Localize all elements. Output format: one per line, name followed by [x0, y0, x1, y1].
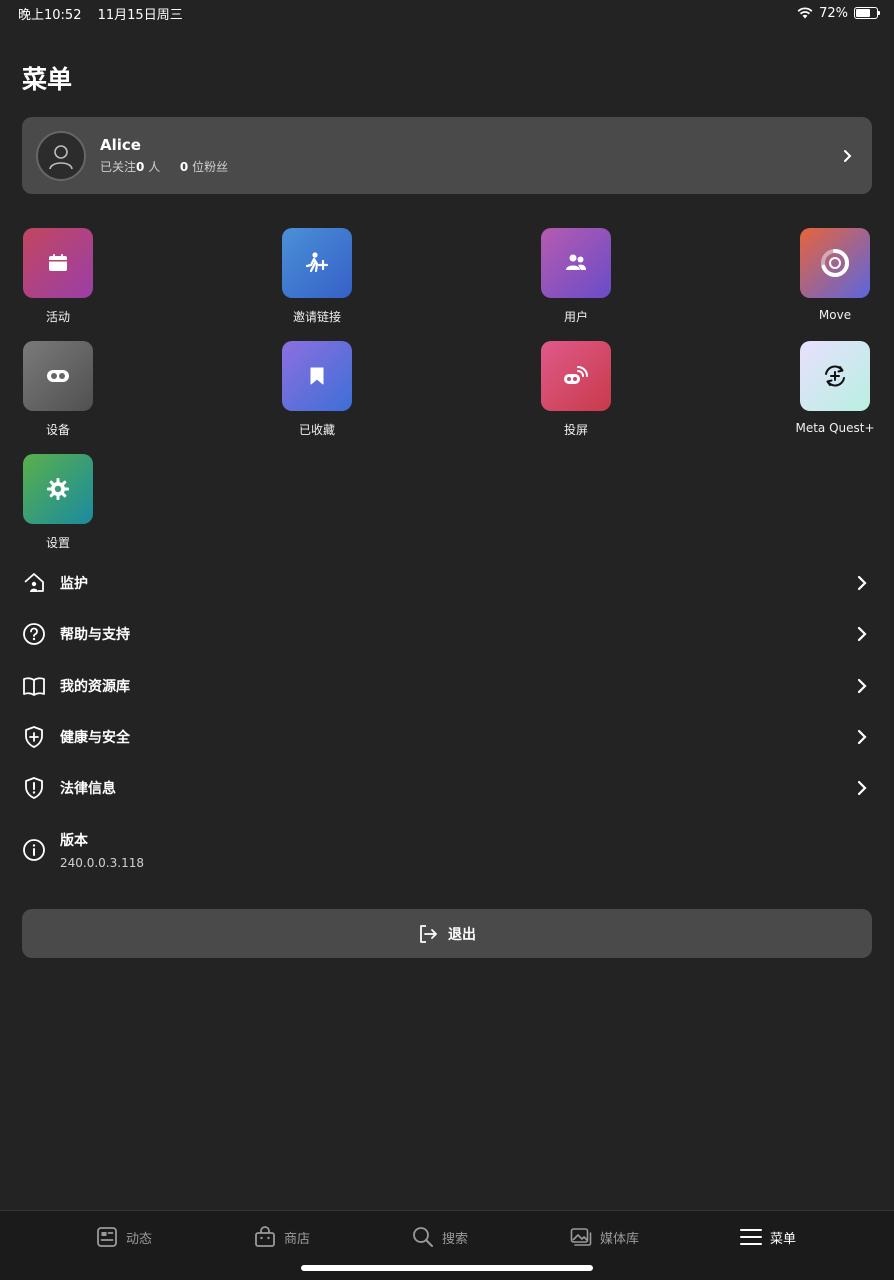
cast-icon: [564, 366, 588, 384]
menu-item-legal[interactable]: 法律信息: [22, 768, 872, 808]
battery-icon: [854, 7, 880, 19]
app-label: Move: [818, 308, 852, 322]
menu-item-guardian[interactable]: 监护: [22, 563, 872, 603]
app-icon-saved: [282, 341, 352, 411]
menu-item-health-safety[interactable]: 健康与安全: [22, 717, 872, 757]
search-icon: [413, 1227, 433, 1247]
status-time: 晚上10:52: [18, 7, 82, 23]
tab-search[interactable]: 搜索: [412, 1226, 468, 1248]
tab-media-library[interactable]: 媒体库: [570, 1226, 639, 1248]
menu-label: 帮助与支持: [60, 627, 130, 643]
calendar-icon: [49, 254, 67, 271]
app-icon-cast: [541, 341, 611, 411]
profile-name: Alice: [100, 136, 141, 154]
avatar: [36, 130, 86, 181]
menu-icon: [740, 1229, 762, 1245]
menu-item-version: 版本 240.0.0.3.118: [22, 828, 872, 872]
logout-label: 退出: [448, 926, 476, 943]
battery-percent: 72%: [819, 5, 848, 21]
followers-count: 0: [179, 160, 189, 174]
info-icon: [22, 838, 46, 862]
help-icon: [22, 622, 46, 646]
app-label: 活动: [45, 310, 70, 324]
menu-label: 我的资源库: [60, 679, 130, 695]
status-date: 11月15日周三: [97, 7, 183, 23]
menu-label: 法律信息: [60, 781, 116, 797]
tab-menu[interactable]: 菜单: [740, 1226, 796, 1248]
bookmark-icon: [310, 367, 324, 385]
menu-item-help-support[interactable]: 帮助与支持: [22, 614, 872, 654]
chevron-right-icon: [852, 778, 872, 798]
app-tile-activity[interactable]: 活动: [0, 228, 118, 325]
version-label: 版本: [60, 833, 88, 849]
followers-suffix: 位粉丝: [192, 160, 229, 174]
following-count: 0: [136, 160, 145, 174]
chevron-right-icon: [852, 676, 872, 696]
app-tile-invite-link[interactable]: 邀请链接: [257, 228, 377, 325]
logout-icon: [420, 924, 437, 943]
tab-label: 商店: [284, 1231, 311, 1247]
book-icon: [22, 674, 46, 698]
chevron-right-icon: [852, 573, 872, 593]
app-label: 用户: [563, 310, 588, 324]
app-icon-settings: [23, 454, 93, 524]
tab-label: 搜索: [442, 1231, 469, 1247]
tab-store[interactable]: 商店: [254, 1226, 310, 1248]
wifi-icon: [797, 7, 813, 19]
app-tile-devices[interactable]: 设备: [0, 341, 118, 438]
tab-label: 菜单: [770, 1231, 797, 1247]
chevron-right-icon: [852, 624, 872, 644]
headset-icon: [47, 370, 69, 382]
app-icon-devices: [23, 341, 93, 411]
home-indicator[interactable]: [301, 1265, 593, 1271]
following-prefix: 已关注: [100, 160, 137, 174]
app-tile-settings[interactable]: 设置: [0, 454, 118, 551]
app-label: 投屏: [563, 423, 588, 437]
following-suffix: 人: [148, 160, 161, 174]
app-label: 设置: [45, 536, 70, 550]
people-icon: [566, 254, 586, 270]
app-label: 已收藏: [298, 423, 335, 437]
app-icon-activity: [23, 228, 93, 298]
status-bar: 晚上10:52 11月15日周三 72%: [0, 0, 894, 26]
home-person-icon: [22, 571, 46, 595]
app-tile-cast[interactable]: 投屏: [516, 341, 636, 438]
app-icon-users: [541, 228, 611, 298]
shield-alert-icon: [22, 776, 46, 800]
app-label: 邀请链接: [292, 310, 341, 324]
menu-label: 监护: [60, 576, 88, 592]
shield-plus-icon: [22, 725, 46, 749]
tab-label: 动态: [126, 1231, 153, 1247]
menu-item-my-library[interactable]: 我的资源库: [22, 666, 872, 706]
menu-screen: 晚上10:52 11月15日周三 72% 菜单 Alice 已关注0 人 0 位…: [0, 0, 894, 1280]
app-tile-saved[interactable]: 已收藏: [257, 341, 377, 438]
tab-label: 媒体库: [600, 1231, 640, 1247]
move-ring-icon: [821, 249, 849, 277]
avatar-placeholder-icon: [49, 144, 73, 169]
app-tile-meta-quest-plus[interactable]: Meta Quest+: [775, 341, 894, 435]
tab-feed[interactable]: 动态: [96, 1226, 152, 1248]
app-tile-users[interactable]: 用户: [516, 228, 636, 325]
store-icon: [255, 1226, 275, 1247]
app-icon-move: [800, 228, 870, 298]
person-add-icon: [305, 252, 329, 273]
app-label: Meta Quest+: [795, 421, 875, 435]
app-label: 设备: [45, 423, 70, 437]
media-icon: [570, 1228, 592, 1246]
page-title: 菜单: [22, 65, 73, 94]
logout-button[interactable]: 退出: [22, 909, 872, 958]
feed-icon: [97, 1227, 117, 1247]
chevron-right-icon: [852, 727, 872, 747]
profile-stats: 已关注0 人 0 位粉丝: [100, 158, 838, 175]
gear-icon: [47, 478, 69, 500]
app-tile-move[interactable]: Move: [775, 228, 894, 322]
chevron-right-icon: [838, 146, 858, 166]
battery-fill: [856, 9, 871, 17]
app-icon-meta-quest-plus: [800, 341, 870, 411]
version-value: 240.0.0.3.118: [60, 856, 144, 870]
profile-card[interactable]: Alice 已关注0 人 0 位粉丝: [22, 117, 872, 194]
quest-plus-icon: [825, 365, 845, 387]
menu-label: 健康与安全: [60, 730, 130, 746]
app-icon-invite-link: [282, 228, 352, 298]
